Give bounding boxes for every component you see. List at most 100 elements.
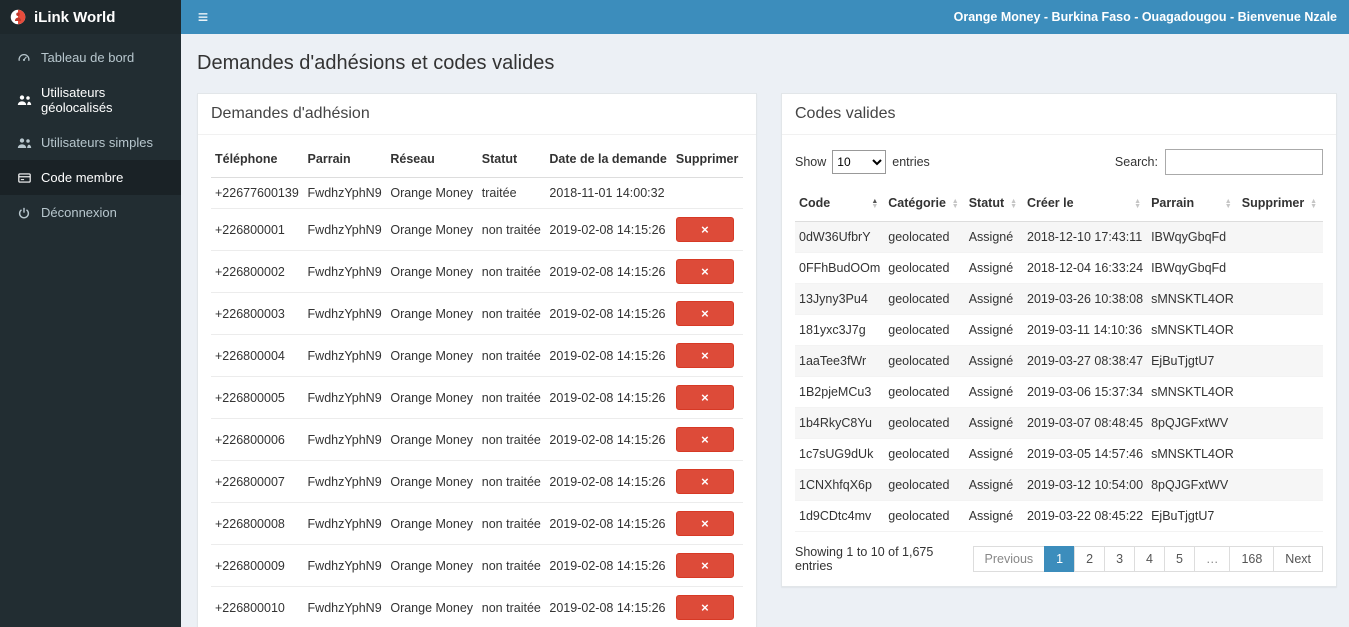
cell-date: 2018-11-01 14:00:32 (545, 177, 672, 209)
cell-supprimer: × (671, 250, 743, 293)
column-header-sortable[interactable]: ▲ ▼ Code (795, 185, 885, 222)
x-icon: × (701, 474, 709, 489)
cell-reseau: Orange Money (386, 177, 478, 209)
pagination-page-button[interactable]: 3 (1104, 546, 1136, 572)
search-input[interactable] (1165, 149, 1323, 175)
sort-icon: ▲ ▼ (1310, 198, 1317, 210)
delete-button[interactable]: × (675, 217, 734, 242)
codes-panel-title: Codes valides (782, 94, 1336, 135)
sidebar: Tableau de bord Utilisateurs géolocalisés… (0, 34, 181, 627)
cell-date: 2019-02-08 14:15:26 (545, 250, 672, 293)
column-header-sortable[interactable]: ▲ ▼ Parrain (1147, 185, 1238, 222)
table-row: 0dW36UfbrY geolocated Assigné 2018-12-10 17… (795, 221, 1323, 253)
cell-parrain: sMNSKTL4OR (1147, 438, 1238, 470)
delete-button[interactable]: × (675, 259, 734, 284)
cell-creer_le: 2019-03-27 08:38:47 (1023, 345, 1148, 377)
cell-categorie: geolocated (884, 221, 965, 253)
cell-reseau: Orange Money (386, 502, 478, 545)
codes-table: ▲ ▼ Code ▲ ▼ Catégorie ▲ ▼ Statut ▲ ▼ Créer le ▲ ▼ Par… (795, 185, 1323, 532)
delete-button[interactable]: × (675, 301, 734, 326)
cell-statut: non traitée (477, 544, 546, 587)
column-header-sortable[interactable]: ▲ ▼ Catégorie (884, 185, 965, 222)
cell-supprimer (1237, 407, 1323, 439)
x-icon: × (701, 222, 709, 237)
brand-name: iLink World (34, 8, 116, 26)
delete-button[interactable]: × (675, 343, 734, 368)
table-row: 181yxc3J7g geolocated Assigné 2019-03-11 14… (795, 314, 1323, 346)
sidebar-item[interactable]: Déconnexion (0, 195, 181, 230)
cell-date: 2019-02-08 14:15:26 (545, 376, 672, 419)
users-icon (16, 94, 32, 106)
delete-button[interactable]: × (675, 511, 734, 536)
requests-panel-title: Demandes d'adhésion (198, 94, 756, 135)
pagination-page-button[interactable]: 2 (1074, 546, 1106, 572)
cell-code: 1b4RkyC8Yu (795, 407, 885, 439)
page-size-select[interactable]: 10 (832, 150, 887, 174)
cell-telephone: +226800007 (211, 460, 304, 503)
table-row: 1aaTee3fWr geolocated Assigné 2019-03-27 08… (795, 345, 1323, 377)
cell-supprimer (671, 177, 743, 209)
column-header-sortable[interactable]: ▲ ▼ Créer le (1023, 185, 1148, 222)
search-label: Search: (1114, 155, 1158, 169)
requests-table: Téléphone Parrain Réseau Statut Date de la d… (211, 141, 743, 627)
cell-parrain: FwdhzYphN9 (303, 376, 387, 419)
cell-parrain: FwdhzYphN9 (303, 544, 387, 587)
column-header-sortable[interactable]: ▲ ▼ Supprimer (1237, 185, 1323, 222)
delete-button[interactable]: × (675, 469, 734, 494)
cell-reseau: Orange Money (386, 460, 478, 503)
cell-parrain: FwdhzYphN9 (303, 177, 387, 209)
cell-creer_le: 2019-03-11 14:10:36 (1023, 314, 1148, 346)
cell-statut: non traitée (477, 502, 546, 545)
cell-supprimer: × (671, 334, 743, 377)
entries-label: entries (892, 155, 930, 169)
cell-supprimer (1237, 314, 1323, 346)
cell-categorie: geolocated (884, 376, 965, 408)
delete-button[interactable]: × (675, 553, 734, 578)
sidebar-item[interactable]: Utilisateurs simples (0, 125, 181, 160)
pagination-page-button[interactable]: 5 (1163, 546, 1195, 572)
column-header-label: Code (799, 196, 831, 210)
codes-panel: Codes valides Show 10 entries Search: ▲ ▼… (781, 93, 1337, 587)
cell-reseau: Orange Money (386, 208, 478, 251)
cell-parrain: sMNSKTL4OR (1147, 314, 1238, 346)
cell-creer_le: 2019-03-05 14:57:46 (1023, 438, 1148, 470)
sort-icon: ▲ ▼ (951, 198, 959, 210)
pagination-page-button[interactable]: 4 (1134, 546, 1165, 572)
search-control: Search: (1115, 149, 1323, 175)
cell-parrain: FwdhzYphN9 (303, 334, 387, 377)
sidebar-item[interactable]: Code membre (0, 160, 181, 195)
cell-code: 181yxc3J7g (795, 314, 885, 346)
pagination-page-button[interactable]: 168 (1229, 546, 1275, 572)
sidebar-item-label: Utilisateurs simples (41, 135, 153, 150)
pagination-next[interactable]: Next (1273, 546, 1323, 572)
hamburger-icon[interactable]: ≡ (181, 0, 225, 34)
brand-logo[interactable]: iLink World (0, 0, 181, 34)
main-content: Demandes d'adhésions et codes valides De… (181, 0, 1349, 627)
pagination-page-button[interactable]: 1 (1044, 546, 1076, 572)
sidebar-item[interactable]: Tableau de bord (0, 40, 181, 75)
cell-code: 1B2pjeMCu3 (795, 376, 885, 408)
cell-statut: Assigné (964, 438, 1023, 470)
column-header-sortable[interactable]: ▲ ▼ Statut (964, 185, 1023, 222)
cell-creer_le: 2019-03-12 10:54:00 (1023, 469, 1148, 501)
sidebar-item[interactable]: Utilisateurs géolocalisés (0, 75, 181, 125)
column-header: Supprimer (671, 141, 743, 178)
table-row: +226800003 FwdhzYphN9 Orange Money non trai… (211, 292, 743, 335)
cell-creer_le: 2018-12-04 16:33:24 (1023, 252, 1148, 284)
cell-supprimer (1237, 438, 1323, 470)
delete-button[interactable]: × (675, 385, 734, 410)
table-row: 0FFhBudOOm geolocated Assigné 2018-12-04 16… (795, 252, 1323, 284)
delete-button[interactable]: × (675, 427, 734, 452)
cell-code: 0dW36UfbrY (795, 221, 885, 253)
cell-telephone: +226800006 (211, 418, 304, 461)
table-row: 1c7sUG9dUk geolocated Assigné 2019-03-05 14… (795, 438, 1323, 470)
table-row: +226800004 FwdhzYphN9 Orange Money non trai… (211, 334, 743, 377)
delete-button[interactable]: × (675, 595, 734, 620)
cell-statut: Assigné (964, 345, 1023, 377)
cell-date: 2019-02-08 14:15:26 (545, 208, 672, 251)
cell-telephone: +226800005 (211, 376, 304, 419)
pagination-prev[interactable]: Previous (972, 546, 1046, 572)
table-row: 1b4RkyC8Yu geolocated Assigné 2019-03-07 08… (795, 407, 1323, 439)
sidebar-item-label: Code membre (41, 170, 124, 185)
cell-date: 2019-02-08 14:15:26 (545, 586, 672, 627)
